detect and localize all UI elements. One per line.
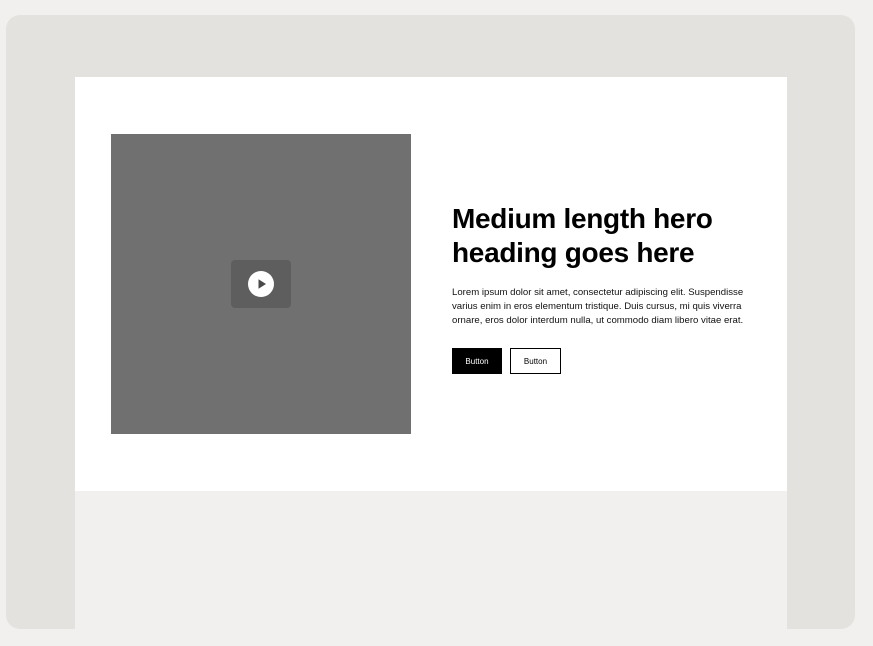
hero-content: Medium length hero heading goes here Lor…	[452, 202, 752, 374]
hero-heading: Medium length hero heading goes here	[452, 203, 713, 268]
hero-section: Medium length hero heading goes here Lor…	[75, 77, 787, 491]
primary-button[interactable]: Button	[452, 348, 502, 374]
play-button[interactable]	[231, 260, 291, 308]
video-placeholder[interactable]	[111, 134, 411, 434]
preview-frame: Medium length hero heading goes here Lor…	[6, 15, 855, 629]
secondary-button[interactable]: Button	[510, 348, 561, 374]
hero-paragraph: Lorem ipsum dolor sit amet, consectetur …	[452, 287, 744, 326]
hero-actions: Button Button	[452, 348, 752, 374]
play-icon	[248, 271, 274, 297]
page-canvas: Medium length hero heading goes here Lor…	[75, 77, 787, 629]
